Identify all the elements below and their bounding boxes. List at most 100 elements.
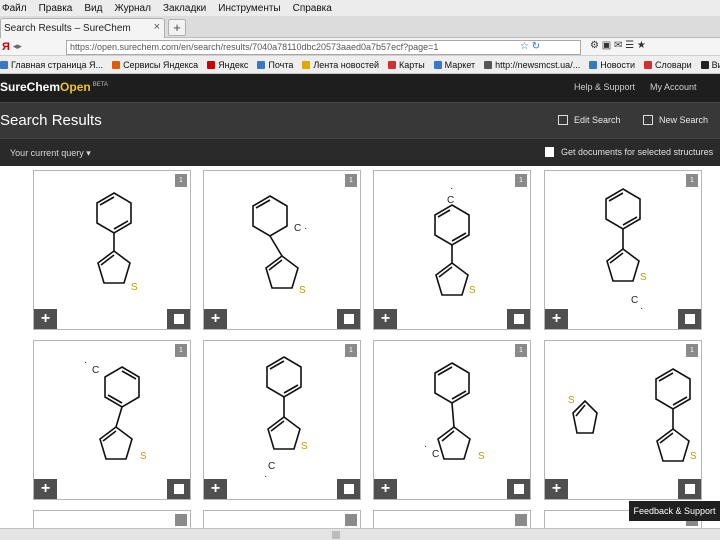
app-header: SureChemOpen BETA Help & Support My Accou… xyxy=(0,74,720,102)
result-number xyxy=(345,514,357,526)
browser-tabbar: Search Results – SureChem × + xyxy=(0,16,720,38)
expand-plus-icon[interactable]: + xyxy=(34,309,57,329)
svg-text:·: · xyxy=(264,471,267,482)
new-icon xyxy=(643,115,653,125)
select-checkbox[interactable] xyxy=(167,479,190,499)
page-icon xyxy=(484,60,493,69)
menu-history[interactable]: Журнал xyxy=(114,3,151,14)
structure-image: S S xyxy=(568,368,697,462)
menu-edit[interactable]: Правка xyxy=(39,3,73,14)
horizontal-scrollbar[interactable] xyxy=(0,528,720,540)
expand-plus-icon[interactable]: + xyxy=(545,479,568,499)
current-query-dropdown[interactable]: Your current query ▾ xyxy=(10,148,91,159)
page-title: Search Results xyxy=(0,112,102,129)
expand-plus-icon[interactable]: + xyxy=(34,479,57,499)
feedback-button[interactable]: Feedback & Support xyxy=(629,501,720,521)
edit-icon xyxy=(558,115,568,125)
select-checkbox[interactable] xyxy=(337,479,360,499)
bookmark-item[interactable]: Новости xyxy=(589,60,635,70)
results-titlebar: Search Results Edit Search New Search xyxy=(0,102,720,138)
browser-tab[interactable]: Search Results – SureChem × xyxy=(0,18,165,38)
menu-help[interactable]: Справка xyxy=(293,3,332,14)
bookmarks-bar: Главная страница Я... Сервисы Яндекса Ян… xyxy=(0,56,720,74)
menu-view[interactable]: Вид xyxy=(84,3,102,14)
news-icon xyxy=(302,60,311,69)
yandex-logo-icon[interactable]: Я xyxy=(2,41,10,53)
select-checkbox[interactable] xyxy=(678,309,701,329)
scrollbar-thumb[interactable] xyxy=(332,531,340,539)
market-icon xyxy=(433,60,442,69)
expand-plus-icon[interactable]: + xyxy=(204,479,227,499)
svg-text:C ·: C · xyxy=(294,223,307,234)
svg-text:C: C xyxy=(631,295,638,306)
bookmark-item[interactable]: Лента новостей xyxy=(302,60,379,70)
document-icon xyxy=(545,147,554,157)
select-checkbox[interactable] xyxy=(507,479,530,499)
structure-image: S · C xyxy=(424,362,485,462)
help-support-link[interactable]: Help & Support xyxy=(574,82,635,92)
select-checkbox[interactable] xyxy=(337,309,360,329)
close-icon[interactable]: × xyxy=(154,21,160,33)
result-card[interactable]: S · C 1 + xyxy=(373,340,531,500)
new-tab-icon[interactable]: + xyxy=(168,19,186,36)
svg-text:S: S xyxy=(690,451,697,462)
select-checkbox[interactable] xyxy=(167,309,190,329)
result-card[interactable]: S 1 + xyxy=(33,170,191,330)
svg-text:·: · xyxy=(84,357,87,368)
svg-text:C: C xyxy=(432,449,439,460)
bookmark-item[interactable]: Маркет xyxy=(433,60,475,70)
bookmark-item[interactable]: http://newsmcst.ua/... xyxy=(484,60,580,70)
select-checkbox[interactable] xyxy=(507,309,530,329)
result-card[interactable]: S C · 1 + xyxy=(203,340,361,500)
edit-search-button[interactable]: Edit Search xyxy=(558,115,621,125)
svg-text:C: C xyxy=(447,195,454,206)
structure-image: · C S xyxy=(434,183,476,296)
news-icon xyxy=(589,60,598,69)
svg-text:S: S xyxy=(478,451,485,462)
tab-title: Search Results – SureChem xyxy=(4,23,131,34)
toolbar-extension-icons[interactable]: ⚙ ▣ ✉ ☰ ★ xyxy=(590,40,646,51)
result-number: 1 xyxy=(686,344,698,357)
surechem-logo[interactable]: SureChemOpen BETA xyxy=(0,80,108,94)
back-icon[interactable]: ◂▸ xyxy=(13,41,22,52)
bookmark-item[interactable]: Главная страница Я... xyxy=(0,60,103,70)
browser-menubar: Файл Правка Вид Журнал Закладки Инструме… xyxy=(0,0,720,16)
svg-text:·: · xyxy=(450,183,453,194)
svg-text:·: · xyxy=(640,303,643,314)
svg-text:S: S xyxy=(568,395,575,406)
svg-text:S: S xyxy=(140,451,147,462)
svg-text:·: · xyxy=(424,441,427,452)
svg-text:C: C xyxy=(268,461,275,472)
result-card[interactable]: S C · 1 + xyxy=(544,170,702,330)
menu-bookmarks[interactable]: Закладки xyxy=(163,3,206,14)
result-card[interactable]: · C S 1 + xyxy=(373,170,531,330)
result-card[interactable]: · C S 1 + xyxy=(33,340,191,500)
svg-text:S: S xyxy=(299,285,306,296)
result-card[interactable]: S S 1 + xyxy=(544,340,702,500)
expand-plus-icon[interactable]: + xyxy=(374,309,397,329)
bookmark-item[interactable]: Карты xyxy=(388,60,425,70)
result-card[interactable]: C · S 1 + xyxy=(203,170,361,330)
menu-file[interactable]: Файл xyxy=(2,3,27,14)
mail-icon xyxy=(257,60,266,69)
menu-tools[interactable]: Инструменты xyxy=(218,3,280,14)
bookmark-item[interactable]: Яндекс xyxy=(207,60,248,70)
video-icon xyxy=(700,60,709,69)
select-checkbox[interactable] xyxy=(678,479,701,499)
bookmark-item[interactable]: Почта xyxy=(257,60,293,70)
get-documents-button[interactable]: Get documents for selected structures xyxy=(545,147,713,157)
expand-plus-icon[interactable]: + xyxy=(374,479,397,499)
expand-plus-icon[interactable]: + xyxy=(204,309,227,329)
structure-image: S C · xyxy=(264,356,308,482)
new-search-button[interactable]: New Search xyxy=(643,115,708,125)
expand-plus-icon[interactable]: + xyxy=(545,309,568,329)
page-icon xyxy=(112,60,121,69)
bookmark-item[interactable]: Сервисы Яндекса xyxy=(112,60,198,70)
my-account-link[interactable]: My Account xyxy=(650,82,697,92)
address-bar[interactable]: https://open.surechem.com/en/search/resu… xyxy=(66,40,581,55)
result-number: 1 xyxy=(175,344,187,357)
bookmark-star-icon[interactable]: ☆ ↻ xyxy=(520,41,540,52)
bookmark-item[interactable]: Видео xyxy=(700,60,720,70)
bookmark-item[interactable]: Словари xyxy=(644,60,692,70)
map-icon xyxy=(388,60,397,69)
